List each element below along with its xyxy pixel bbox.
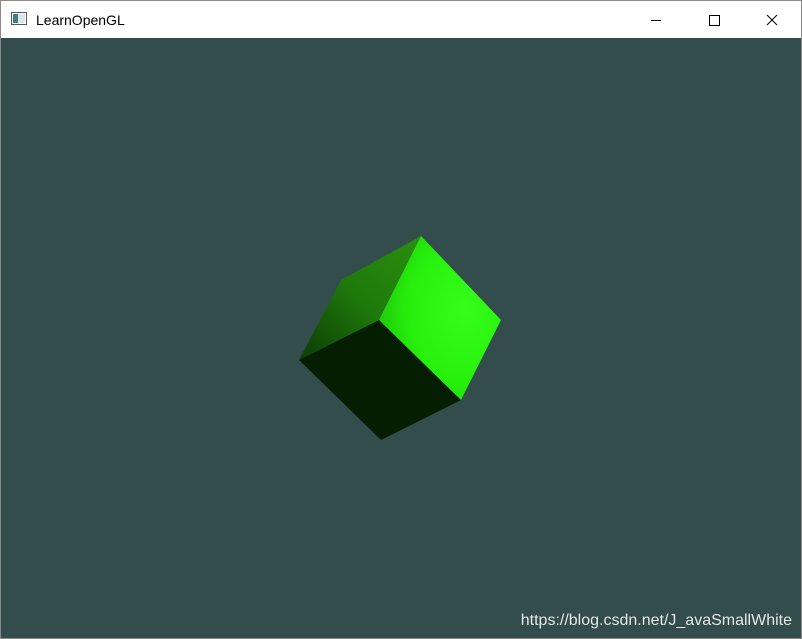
close-icon [766,14,778,26]
cube-scene [299,236,501,440]
app-window-icon [11,12,27,25]
minimize-button[interactable] [627,1,685,38]
window-title: LearnOpenGL [36,12,125,28]
maximize-icon [708,14,720,26]
close-button[interactable] [743,1,801,38]
minimize-icon [650,14,662,26]
maximize-button[interactable] [685,1,743,38]
watermark: https://blog.csdn.net/J_avaSmallWhite [520,612,792,629]
title-bar[interactable]: LearnOpenGL [1,1,801,38]
render-viewport[interactable]: https://blog.csdn.net/J_avaSmallWhite [1,38,801,638]
app-window: LearnOpenGL https://blog.csdn.net/J_avaS… [0,0,802,639]
